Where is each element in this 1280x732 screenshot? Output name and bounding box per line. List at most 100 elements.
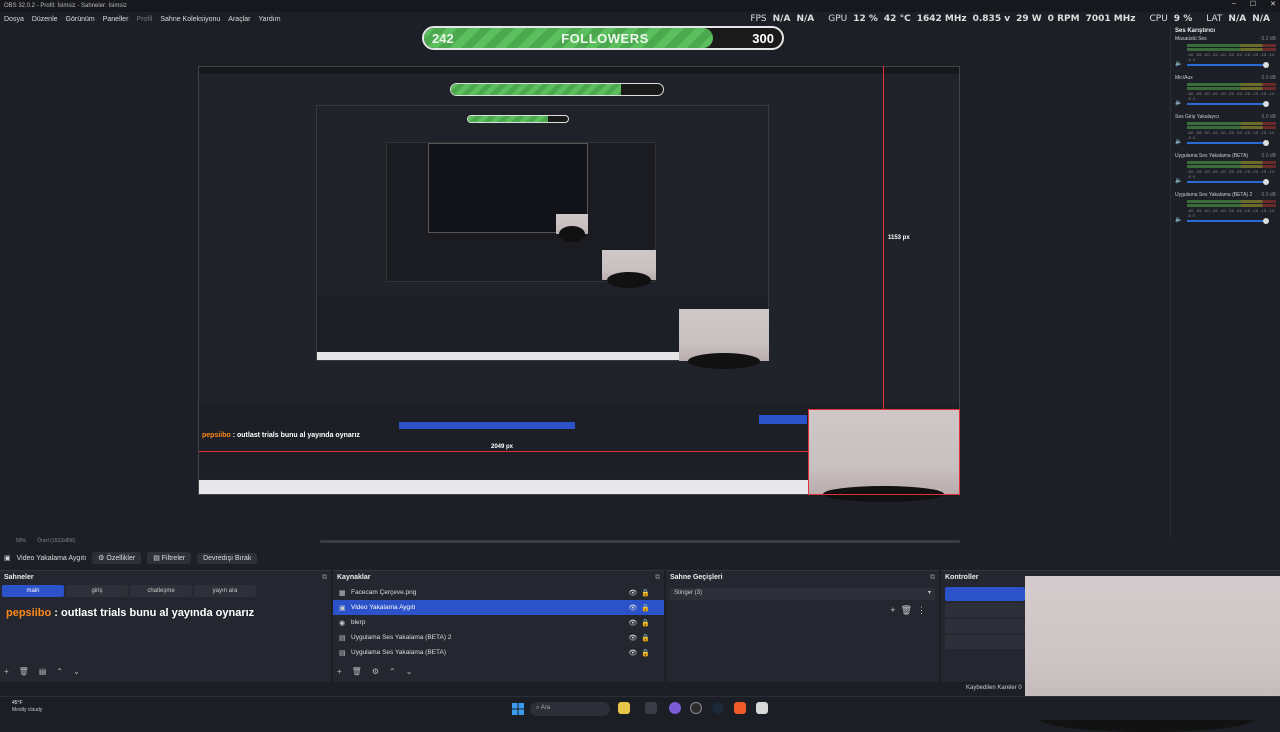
- eye-icon[interactable]: 👁: [628, 605, 641, 612]
- scene-yayin-ara[interactable]: yayın ara: [194, 585, 256, 597]
- preview-horizontal-scrollbar[interactable]: [320, 540, 960, 543]
- speaker-icon[interactable]: 🔈: [1175, 99, 1182, 106]
- speaker-icon[interactable]: 🔈: [1175, 138, 1182, 145]
- dock-popout-icon[interactable]: ⧉: [655, 574, 660, 582]
- windows-start-icon[interactable]: [512, 702, 524, 715]
- eye-icon[interactable]: 👁: [628, 635, 641, 642]
- taskbar-search[interactable]: ⌕ Ara: [530, 702, 610, 716]
- speaker-icon[interactable]: 🔈: [1175, 177, 1182, 184]
- volume-slider[interactable]: [1187, 140, 1269, 146]
- volume-meter: [1187, 122, 1276, 125]
- menu-araclar[interactable]: Araçlar: [224, 16, 254, 23]
- volume-meter-2: [1187, 165, 1276, 168]
- add-icon[interactable]: +: [337, 667, 342, 676]
- app-icon[interactable]: [756, 702, 768, 714]
- volume-meter-2: [1187, 204, 1276, 207]
- add-icon[interactable]: +: [4, 667, 9, 676]
- source-item[interactable]: ▦ Facecam Çerçeve.png 👁🔒: [333, 585, 664, 600]
- start-streaming-button[interactable]: [945, 587, 1025, 601]
- channel-db: 0.0 dB: [1261, 192, 1276, 198]
- zoom-level[interactable]: 59%: [16, 538, 26, 544]
- windows-taskbar: 45°F Mostly cloudy ⌕ Ara: [0, 696, 1280, 720]
- trash-icon[interactable]: 🗑: [901, 605, 917, 615]
- volume-slider[interactable]: [1187, 218, 1269, 224]
- gear-icon[interactable]: ⚙: [372, 667, 379, 676]
- add-icon[interactable]: +: [890, 605, 900, 615]
- start-recording-button[interactable]: [945, 603, 1025, 617]
- dock-popout-icon[interactable]: ⧉: [322, 574, 327, 582]
- lock-icon[interactable]: 🔒: [641, 605, 654, 612]
- source-item[interactable]: ▤ Uygulama Ses Yakalama (BETA) 2 👁🔒: [333, 630, 664, 645]
- task-view-icon[interactable]: [645, 702, 657, 714]
- steam-icon[interactable]: [712, 702, 724, 714]
- volume-slider[interactable]: [1187, 62, 1269, 68]
- window-titlebar: OBS 32.0.2 - Profil: İsimsiz - Sahneler:…: [0, 0, 1280, 12]
- eye-icon[interactable]: 👁: [628, 650, 641, 657]
- filters-button[interactable]: ▤ Filtreler: [147, 552, 192, 564]
- audio-mixer-panel: Ses Karıştırıcı Masaüstü Ses -3.2 dB -60 …: [1170, 26, 1280, 538]
- move-up-icon[interactable]: ⌃: [56, 667, 63, 676]
- volume-slider[interactable]: [1187, 179, 1269, 185]
- lat-value: N/A: [1228, 14, 1247, 24]
- source-item[interactable]: ▤ Uygulama Ses Yakalama (BETA) 👁🔒: [333, 645, 664, 660]
- lock-icon[interactable]: 🔒: [641, 650, 654, 657]
- scenes-dock: Sahneler ⧉ main giriş chatleşme yayın ara…: [0, 570, 331, 682]
- speaker-icon[interactable]: 🔈: [1175, 216, 1182, 223]
- gpu-mem-clock: 7001 MHz: [1085, 14, 1136, 24]
- discord-icon[interactable]: [669, 702, 681, 714]
- close-icon[interactable]: ✕: [1270, 0, 1276, 8]
- width-px-label: 2049 px: [491, 444, 514, 450]
- menu-yardim[interactable]: Yardım: [254, 16, 284, 23]
- source-item-selected[interactable]: ▣ Video Yakalama Aygıtı 👁🔒: [333, 600, 664, 615]
- move-down-icon[interactable]: ⌄: [73, 667, 80, 676]
- source-item[interactable]: ◉ blerp 👁🔒: [333, 615, 664, 630]
- trash-icon[interactable]: 🗑: [352, 667, 362, 676]
- menu-gorunum[interactable]: Görünüm: [62, 16, 99, 23]
- sources-title: Kaynaklar: [337, 574, 371, 581]
- channel-name: Mic/Aux: [1175, 75, 1193, 81]
- nested-chat-line: pepsiibo : outlast trials bunu al yayınd…: [202, 432, 360, 439]
- filter-icon[interactable]: ▤: [39, 667, 47, 676]
- scene-chatlesme[interactable]: chatleşme: [130, 585, 192, 597]
- minimize-icon[interactable]: –: [1232, 0, 1236, 8]
- deactivate-button[interactable]: Devredışı Bırak: [197, 552, 258, 564]
- speaker-icon[interactable]: 🔈: [1175, 60, 1182, 67]
- gpu-power: 29 W: [1016, 14, 1042, 24]
- weather-widget[interactable]: 45°F Mostly cloudy: [12, 700, 42, 714]
- volume-slider[interactable]: [1187, 101, 1269, 107]
- maximize-icon[interactable]: ☐: [1250, 0, 1256, 8]
- sources-dock: Kaynaklar ⧉ ▦ Facecam Çerçeve.png 👁🔒 ▣ Video…: [333, 570, 664, 682]
- eye-icon[interactable]: 👁: [628, 590, 641, 597]
- more-icon[interactable]: ⋮: [917, 605, 931, 615]
- volume-meter-2: [1187, 126, 1276, 129]
- lock-icon[interactable]: 🔒: [641, 635, 654, 642]
- meter-ticks: -60 -55 -50 -45 -40 -35 -30 -25 -20 -15 …: [1187, 52, 1275, 62]
- lock-icon[interactable]: 🔒: [641, 590, 654, 597]
- menu-sahne-koleksiyonu[interactable]: Sahne Koleksiyonu: [156, 16, 224, 23]
- dock-popout-icon[interactable]: ⧉: [930, 574, 935, 582]
- fps-label: FPS: [750, 14, 767, 24]
- studio-mode-button[interactable]: [945, 635, 1025, 649]
- transitions-title: Sahne Geçişleri: [670, 574, 723, 581]
- brave-icon[interactable]: [734, 702, 746, 714]
- obs-icon[interactable]: [690, 702, 702, 714]
- trash-icon[interactable]: 🗑: [19, 667, 29, 676]
- menu-duzenle[interactable]: Düzenle: [28, 16, 62, 23]
- properties-button[interactable]: ⚙ Özellikler: [92, 552, 142, 564]
- move-up-icon[interactable]: ⌃: [389, 667, 396, 676]
- menu-profil[interactable]: Profil: [132, 16, 156, 23]
- eye-icon[interactable]: 👁: [628, 620, 641, 627]
- transition-select[interactable]: Stinger (3): [670, 588, 935, 600]
- lock-icon[interactable]: 🔒: [641, 620, 654, 627]
- virtual-camera-button[interactable]: [945, 619, 1025, 633]
- selection-bounding-box[interactable]: [808, 409, 960, 495]
- file-explorer-icon[interactable]: [618, 702, 630, 714]
- move-down-icon[interactable]: ⌄: [406, 667, 413, 676]
- scene-giris[interactable]: giriş: [66, 585, 128, 597]
- volume-meter-2: [1187, 48, 1276, 51]
- volume-meter: [1187, 44, 1276, 47]
- scene-main[interactable]: main: [2, 585, 64, 597]
- source-label: Video Yakalama Aygıtı: [351, 604, 416, 611]
- menu-dosya[interactable]: Dosya: [0, 16, 28, 23]
- menu-paneller[interactable]: Paneller: [99, 16, 133, 23]
